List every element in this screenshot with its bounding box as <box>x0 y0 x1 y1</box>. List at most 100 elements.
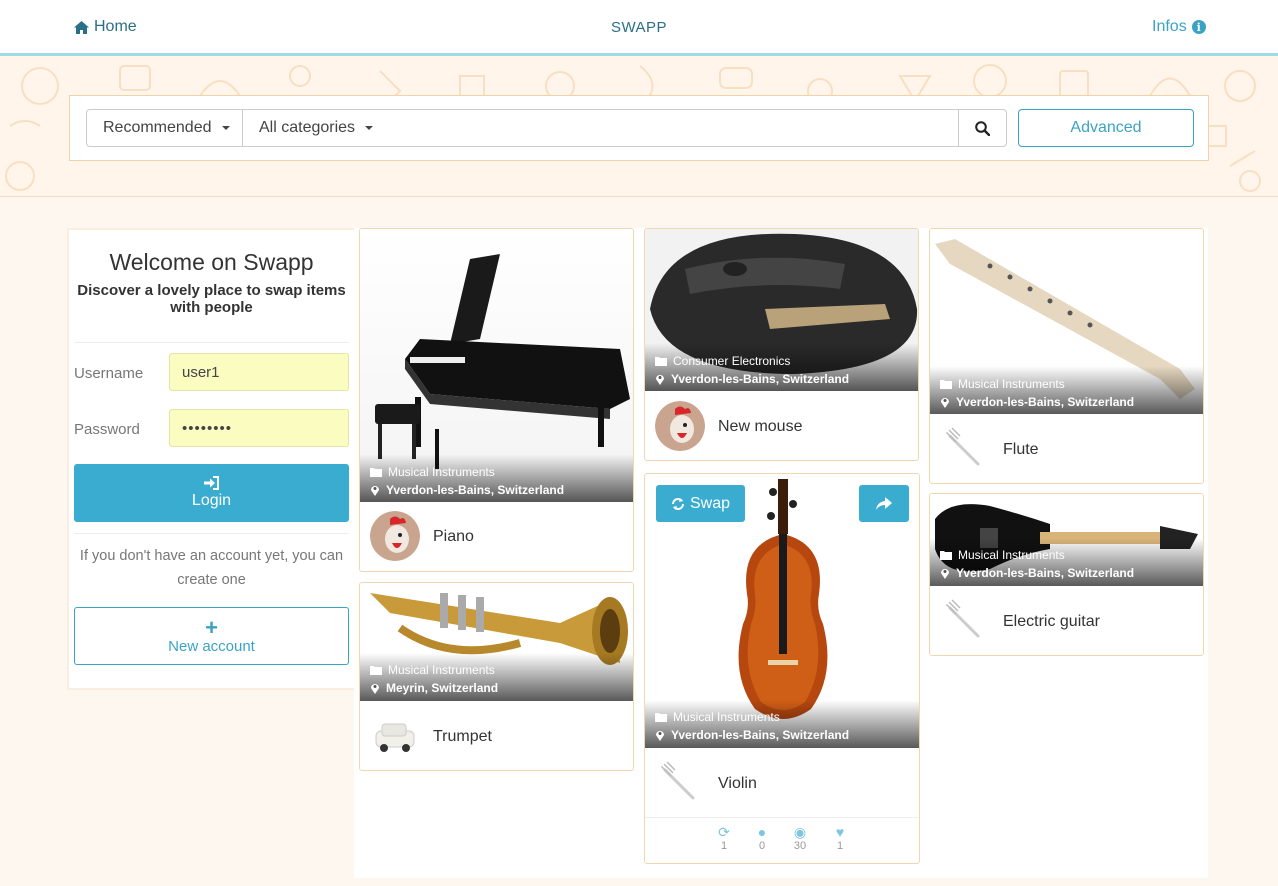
owner-avatar[interactable] <box>655 758 705 808</box>
item-card-new-mouse[interactable]: Consumer Electronics Yverdon-les-Bains, … <box>644 228 919 461</box>
search-button[interactable] <box>958 109 1007 147</box>
plus-icon: + <box>205 614 218 640</box>
owner-avatar[interactable] <box>370 711 420 761</box>
share-button[interactable] <box>859 485 909 522</box>
owner-avatar[interactable] <box>940 424 990 474</box>
item-category-label: Musical Instruments <box>388 663 495 677</box>
search-icon <box>975 120 990 136</box>
username-label: Username <box>74 365 144 382</box>
owner-avatar[interactable] <box>370 511 420 561</box>
comment-count-stat[interactable]: ● 0 <box>750 824 774 852</box>
sign-in-icon <box>203 476 219 490</box>
item-category: Musical Instruments <box>940 548 1065 562</box>
swap-button[interactable]: Swap <box>656 485 745 522</box>
sort-dropdown-value: Recommended <box>103 119 212 136</box>
login-button-label: Login <box>191 492 232 509</box>
divider <box>74 533 349 534</box>
folder-icon <box>370 666 382 675</box>
owner-avatar[interactable] <box>655 401 705 451</box>
sort-dropdown[interactable]: Recommended <box>86 109 243 147</box>
map-marker-icon <box>656 731 664 741</box>
view-count-stat[interactable]: ◉ 30 <box>788 824 812 852</box>
share-icon <box>876 497 892 510</box>
map-marker-icon <box>371 684 379 694</box>
swap-count-stat[interactable]: ⟳ 1 <box>712 824 736 852</box>
map-marker-icon <box>371 486 379 496</box>
item-image-new-mouse: Consumer Electronics Yverdon-les-Bains, … <box>645 229 918 391</box>
info-icon: i <box>1191 20 1206 34</box>
fork-avatar-image <box>940 596 990 646</box>
item-location-label: Yverdon-les-Bains, Switzerland <box>671 372 850 386</box>
item-location: Yverdon-les-Bains, Switzerland <box>655 372 849 386</box>
login-button[interactable]: Login <box>74 464 349 522</box>
fork-avatar-image <box>655 758 705 808</box>
item-name: Trumpet <box>433 728 492 745</box>
item-category: Consumer Electronics <box>655 354 790 368</box>
item-name: Piano <box>433 528 474 545</box>
rooster-avatar-image <box>655 401 705 451</box>
welcome-title: Welcome on Swapp <box>109 249 314 275</box>
like-count-stat[interactable]: ♥ 1 <box>828 824 852 852</box>
password-field[interactable]: •••••••• <box>169 409 349 447</box>
folder-icon <box>655 713 667 722</box>
eye-icon: ◉ <box>793 824 807 840</box>
new-account-button[interactable]: + New account <box>74 607 349 665</box>
search-input[interactable] <box>388 109 960 147</box>
item-location-label: Yverdon-les-Bains, Switzerland <box>386 483 565 497</box>
item-category: Musical Instruments <box>655 710 780 724</box>
folder-icon <box>940 551 952 560</box>
item-location-label: Meyrin, Switzerland <box>386 681 499 695</box>
item-location-label: Yverdon-les-Bains, Switzerland <box>956 566 1135 580</box>
item-category: Musical Instruments <box>940 377 1065 391</box>
new-account-label: New account <box>168 637 255 655</box>
map-marker-icon <box>941 569 949 579</box>
rooster-avatar-image <box>370 511 420 561</box>
welcome-login-panel: Welcome on Swapp Discover a lovely place… <box>67 228 356 690</box>
refresh-icon: ⟳ <box>718 824 730 840</box>
no-account-text: If you don't have an account yet, you ca… <box>79 548 344 588</box>
item-card-violin[interactable]: Swap Musical Instruments Yverdon-les-Bai… <box>644 473 920 864</box>
category-dropdown[interactable]: All categories <box>242 109 389 147</box>
app-title: SWAPP <box>610 19 668 36</box>
folder-icon <box>655 357 667 366</box>
comment-count: 0 <box>758 840 766 852</box>
username-field[interactable]: user1 <box>169 353 349 391</box>
nav-infos-label: Infos <box>1152 18 1187 35</box>
item-location-label: Yverdon-les-Bains, Switzerland <box>956 395 1135 409</box>
refresh-icon <box>671 497 684 510</box>
item-category-label: Musical Instruments <box>958 377 1065 391</box>
heart-icon: ♥ <box>835 824 845 840</box>
item-location: Yverdon-les-Bains, Switzerland <box>370 483 564 497</box>
item-card-electric-guitar[interactable]: Musical Instruments Yverdon-les-Bains, S… <box>929 493 1204 656</box>
item-category-label: Musical Instruments <box>958 548 1065 562</box>
folder-icon <box>370 468 382 477</box>
item-card-flute[interactable]: Musical Instruments Yverdon-les-Bains, S… <box>929 228 1204 484</box>
item-category: Musical Instruments <box>370 465 495 479</box>
password-label: Password <box>74 421 140 438</box>
divider <box>74 342 349 343</box>
caret-down-icon <box>221 126 230 130</box>
caret-down-icon <box>365 126 374 130</box>
map-marker-icon <box>941 398 949 408</box>
item-location: Yverdon-les-Bains, Switzerland <box>940 395 1134 409</box>
map-marker-icon <box>656 375 664 385</box>
item-location: Yverdon-les-Bains, Switzerland <box>940 566 1134 580</box>
welcome-subtitle: Discover a lovely place to swap items wi… <box>77 282 346 316</box>
item-card-piano[interactable]: Musical Instruments Yverdon-les-Bains, S… <box>359 228 634 572</box>
item-category-label: Musical Instruments <box>388 465 495 479</box>
folder-icon <box>940 380 952 389</box>
item-name: Violin <box>718 775 757 792</box>
item-image-electric-guitar: Musical Instruments Yverdon-les-Bains, S… <box>930 494 1203 586</box>
search-bar: Recommended All categories Advanced <box>69 95 1209 161</box>
nav-infos-link[interactable]: Infos i <box>1152 18 1206 36</box>
owner-avatar[interactable] <box>940 596 990 646</box>
item-location-label: Yverdon-les-Bains, Switzerland <box>671 728 850 742</box>
like-count: 1 <box>836 840 844 852</box>
item-card-trumpet[interactable]: Musical Instruments Meyrin, Switzerland … <box>359 582 634 771</box>
advanced-search-button[interactable]: Advanced <box>1018 109 1194 147</box>
top-navbar: Home SWAPP Infos i <box>0 0 1278 56</box>
swap-button-label: Swap <box>689 494 731 512</box>
item-name: New mouse <box>718 418 803 435</box>
item-image-piano: Musical Instruments Yverdon-les-Bains, S… <box>360 229 633 502</box>
item-image-trumpet: Musical Instruments Meyrin, Switzerland <box>360 583 633 701</box>
